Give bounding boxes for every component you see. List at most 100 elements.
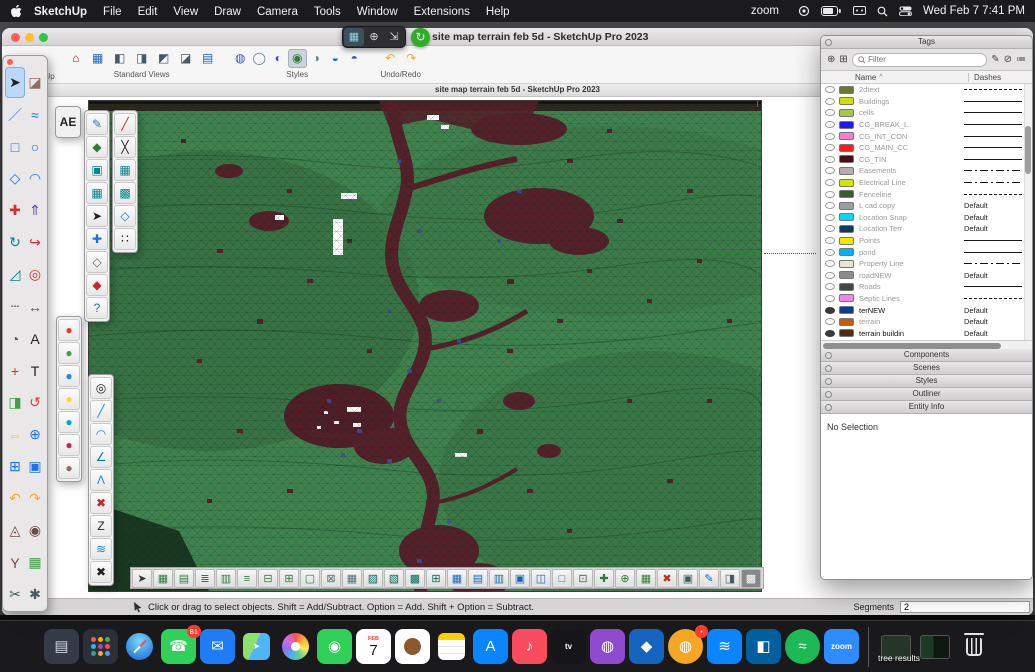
tag-color-swatch[interactable] [839, 86, 854, 94]
visibility-eye-icon[interactable] [825, 144, 835, 151]
tag-color-swatch[interactable] [839, 294, 854, 302]
dock-display-icon[interactable]: ▤ [44, 629, 79, 664]
zoom-extents-tool[interactable]: ▣ [25, 451, 45, 482]
ae-palette[interactable]: AE [55, 106, 81, 138]
strip-tool-dot-box[interactable]: ⊡ [573, 569, 593, 588]
strip-tool-rows-b[interactable]: ▤ [468, 569, 488, 588]
next-view-tool[interactable]: ↷ [25, 483, 45, 514]
grid-select-icon[interactable]: ▦ [344, 28, 364, 46]
tag-color-swatch[interactable] [839, 318, 854, 326]
tag-color-swatch[interactable] [839, 213, 854, 221]
grid-box-icon[interactable]: ▦ [86, 182, 108, 204]
palette-close-button[interactable] [7, 59, 13, 65]
redo-icon[interactable]: ↷ [401, 49, 422, 68]
tag-dash-cell[interactable] [964, 136, 1022, 137]
dock-spotify-icon[interactable]: ≈ [785, 629, 820, 664]
dock-mail-icon[interactable]: ✉ [200, 629, 235, 664]
tag-dash-cell[interactable] [964, 101, 1022, 102]
strip-tool-pencil[interactable]: ✎ [699, 569, 719, 588]
strip-tool-lines[interactable]: ≡ [237, 569, 257, 588]
orb-brown-icon[interactable]: ● [58, 457, 80, 479]
visibility-eye-icon[interactable] [825, 98, 835, 105]
orb-yellow-icon[interactable]: ● [58, 388, 80, 410]
rectangle-tool[interactable]: □ [5, 131, 25, 162]
menu-item-camera[interactable]: Camera [249, 6, 306, 18]
battery-icon[interactable] [821, 6, 842, 16]
front-view-icon[interactable]: ◧ [109, 49, 131, 68]
tag-dash-cell[interactable] [964, 298, 1022, 299]
box-icon[interactable]: ▣ [86, 159, 108, 181]
polygon-tool[interactable]: ◇ [5, 163, 25, 194]
strip-tool-minus-table[interactable]: ⊟ [258, 569, 278, 588]
tag-dash-cell[interactable] [964, 194, 1022, 195]
strip-tool-box[interactable]: ▢ [300, 569, 320, 588]
strip-tool-grid-d[interactable]: ▦ [447, 569, 467, 588]
dock-calendar-icon[interactable]: FEB7 [356, 629, 391, 664]
strip-tool-cols[interactable]: ▥ [216, 569, 236, 588]
3d-text-tool[interactable]: T [25, 355, 45, 386]
measurements-input[interactable] [900, 601, 1030, 613]
tag-row[interactable]: Location TerrDefault [821, 223, 1032, 235]
style-monochrome-icon[interactable]: ◑ [307, 49, 326, 68]
line-tool[interactable]: ／ [5, 99, 25, 130]
collapse-icon[interactable] [825, 365, 832, 372]
visibility-eye-icon[interactable] [825, 156, 835, 163]
top-view-icon[interactable]: ▦ [87, 49, 109, 68]
strip-tool-plus-table[interactable]: ⊞ [279, 569, 299, 588]
undo-icon[interactable]: ↶ [380, 49, 401, 68]
tag-row[interactable]: terrain buildinDefault [821, 327, 1032, 339]
tag-dash-cell[interactable] [964, 124, 1022, 125]
settings-tool[interactable]: ✱ [25, 579, 45, 610]
dock-podcasts-icon[interactable]: ◍ [590, 629, 625, 664]
menu-item-help[interactable]: Help [478, 6, 518, 18]
collapse-icon[interactable] [825, 378, 832, 385]
viewport-canvas[interactable] [88, 100, 762, 592]
help-icon[interactable]: ? [86, 297, 108, 319]
dock-safari-icon[interactable] [122, 629, 157, 664]
tag-color-swatch[interactable] [839, 202, 854, 210]
slash-icon[interactable]: ╱ [114, 113, 136, 135]
tray-section-entity-info[interactable]: Entity Info [821, 401, 1032, 414]
tag-dash-cell[interactable]: Default [964, 224, 1022, 233]
dock-app-blue-icon[interactable]: ◆ [629, 629, 664, 664]
strip-tool-cols-b[interactable]: ▥ [489, 569, 509, 588]
purge-icon[interactable]: ⊘ [1004, 55, 1012, 65]
style-back-edges-icon[interactable]: ◓ [345, 49, 364, 68]
visibility-eye-icon[interactable] [825, 191, 835, 198]
tag-color-swatch[interactable] [839, 179, 854, 187]
horizontal-scrollbar[interactable] [821, 340, 1032, 349]
scrollbar-thumb[interactable] [1025, 126, 1031, 174]
name-column-header[interactable]: Name [855, 73, 876, 82]
arc-tool[interactable]: ◠ [25, 163, 45, 194]
dock-music-icon[interactable]: ♪ [512, 629, 547, 664]
control-center-icon[interactable] [899, 6, 912, 16]
dock-launchpad-icon[interactable] [83, 629, 118, 664]
tag-color-swatch[interactable] [839, 271, 854, 279]
visibility-eye-icon[interactable] [825, 167, 835, 174]
strip-tool-cursor[interactable]: ➤ [132, 569, 152, 588]
back-view-icon[interactable]: ◩ [153, 49, 175, 68]
tag-color-swatch[interactable] [839, 329, 854, 337]
right-view-icon[interactable]: ◨ [131, 49, 153, 68]
image-tool[interactable]: ▦ [25, 547, 45, 578]
scale-tool[interactable]: ◿ [5, 259, 25, 290]
style-wireframe-icon[interactable]: ◍ [231, 49, 250, 68]
tag-row[interactable]: CG_TIN [821, 154, 1032, 166]
mesh-icon[interactable]: ▦ [114, 159, 136, 181]
diamond-icon[interactable]: ◇ [114, 205, 136, 227]
tag-color-swatch[interactable] [839, 283, 854, 291]
visibility-eye-icon[interactable] [825, 121, 835, 128]
strip-tool-hatch-b[interactable]: ▧ [384, 569, 404, 588]
add-folder-icon[interactable]: ⊞ [839, 55, 847, 65]
details-icon[interactable]: ≔ [1016, 55, 1026, 65]
tag-color-swatch[interactable] [839, 132, 854, 140]
push-pull-tool[interactable]: ⇑ [25, 195, 45, 226]
tag-color-swatch[interactable] [839, 225, 854, 233]
tag-row[interactable]: Points [821, 235, 1032, 247]
tag-row[interactable]: 2dtext [821, 84, 1032, 96]
tag-color-swatch[interactable] [839, 260, 854, 268]
tag-row[interactable]: Buildings [821, 96, 1032, 108]
tag-row[interactable]: Easements [821, 165, 1032, 177]
strip-tool-split[interactable]: ◫ [531, 569, 551, 588]
menu-item-draw[interactable]: Draw [206, 6, 249, 18]
